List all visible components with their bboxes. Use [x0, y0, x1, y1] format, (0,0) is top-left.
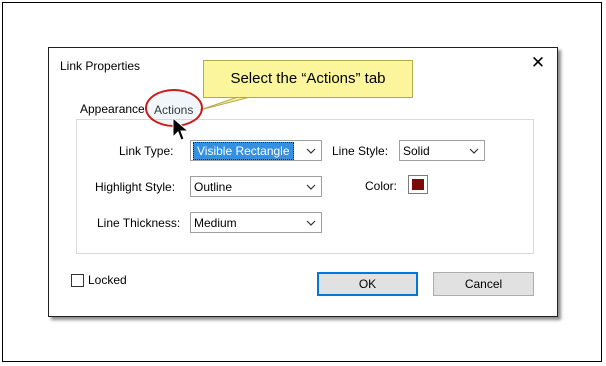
- dialog-title: Link Properties: [60, 59, 141, 73]
- line-style-select[interactable]: Solid: [399, 140, 485, 161]
- chevron-down-icon: [306, 184, 316, 190]
- locked-label: Locked: [88, 273, 127, 287]
- chevron-down-icon: [306, 148, 316, 154]
- link-type-value: Visible Rectangle: [193, 142, 294, 160]
- chevron-down-icon: [469, 148, 479, 154]
- link-type-label: Link Type:: [119, 144, 174, 158]
- locked-checkbox[interactable]: [71, 274, 84, 287]
- color-swatch-fill: [412, 179, 424, 190]
- instruction-callout: Select the “Actions” tab: [203, 60, 413, 98]
- line-thickness-value: Medium: [194, 216, 237, 230]
- close-icon[interactable]: ✕: [529, 54, 547, 72]
- line-style-label: Line Style:: [332, 144, 389, 158]
- highlight-style-label: Highlight Style:: [95, 180, 176, 194]
- link-type-select[interactable]: Visible Rectangle: [190, 140, 322, 161]
- mouse-pointer-icon: [172, 117, 190, 141]
- tab-appearance[interactable]: Appearance: [80, 102, 145, 116]
- color-picker-button[interactable]: [408, 175, 428, 194]
- line-style-value: Solid: [403, 144, 430, 158]
- color-label: Color:: [365, 179, 398, 193]
- cancel-button[interactable]: Cancel: [433, 272, 534, 296]
- highlight-style-select[interactable]: Outline: [190, 176, 322, 197]
- ok-button[interactable]: OK: [317, 272, 418, 296]
- line-thickness-select[interactable]: Medium: [190, 212, 322, 233]
- highlight-style-value: Outline: [194, 180, 233, 194]
- line-thickness-label: Line Thickness:: [97, 216, 181, 230]
- chevron-down-icon: [306, 220, 316, 226]
